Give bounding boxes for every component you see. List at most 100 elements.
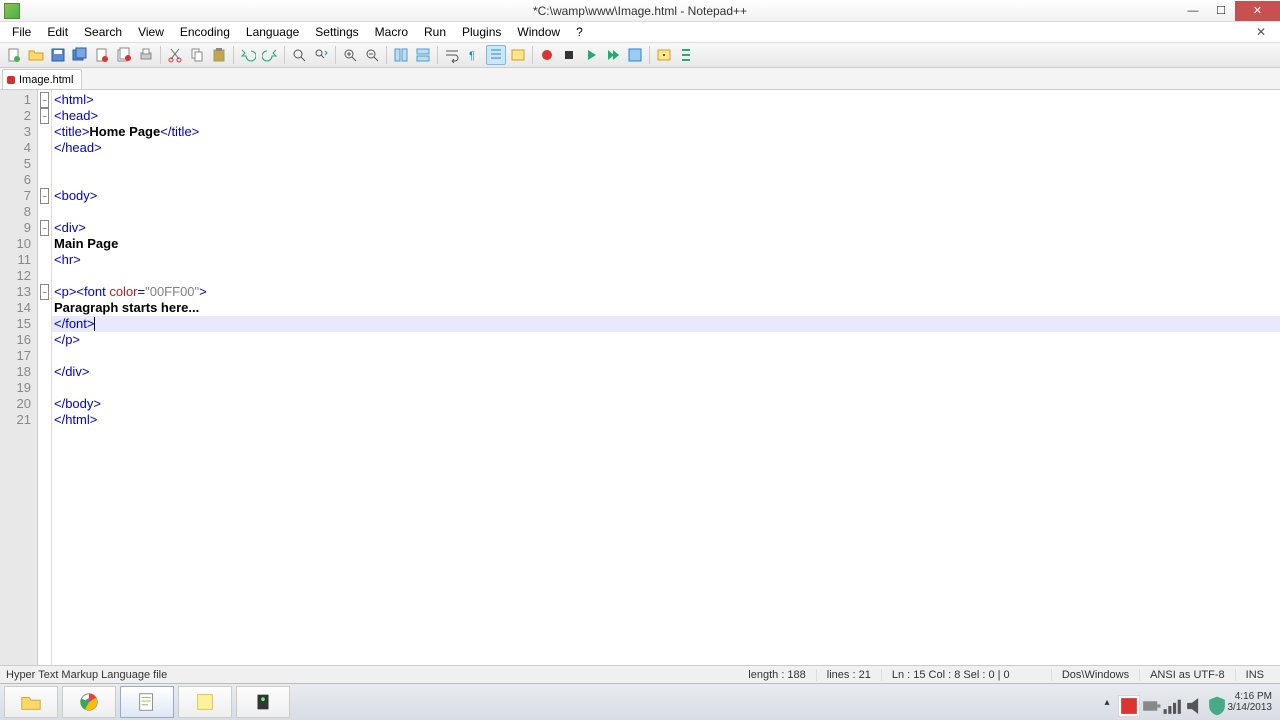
code-line[interactable]: <title>Home Page</title>	[52, 124, 1280, 140]
code-line[interactable]	[52, 380, 1280, 396]
taskbar-notes[interactable]	[178, 686, 232, 718]
close-button[interactable]: ✕	[1235, 1, 1280, 21]
code-line[interactable]	[52, 172, 1280, 188]
code-line[interactable]: </p>	[52, 332, 1280, 348]
fold-toggle[interactable]: −	[40, 92, 49, 108]
taskbar-notepadpp[interactable]	[120, 686, 174, 718]
paste-button[interactable]	[209, 45, 229, 65]
menu-plugins[interactable]: Plugins	[454, 23, 509, 41]
code-line[interactable]	[52, 268, 1280, 284]
print-button[interactable]	[136, 45, 156, 65]
find-button[interactable]	[289, 45, 309, 65]
tray-chevron-icon[interactable]: ▴	[1104, 697, 1109, 708]
code-line[interactable]: </head>	[52, 140, 1280, 156]
close-all-button[interactable]	[114, 45, 134, 65]
taskbar-explorer[interactable]	[4, 686, 58, 718]
system-tray: ▴ 4:16 PM 3/14/2013	[1104, 691, 1276, 713]
code-line[interactable]: </div>	[52, 364, 1280, 380]
code-line[interactable]: </body>	[52, 396, 1280, 412]
code-line[interactable]: Paragraph starts here...	[52, 300, 1280, 316]
zoom-in-button[interactable]	[340, 45, 360, 65]
fold-toggle[interactable]: −	[40, 220, 49, 236]
status-language: Hyper Text Markup Language file	[6, 669, 177, 681]
indent-guide-button[interactable]	[486, 45, 506, 65]
fold-toggle[interactable]: −	[40, 284, 49, 300]
open-file-button[interactable]	[26, 45, 46, 65]
stop-macro-button[interactable]	[559, 45, 579, 65]
tab-bar: Image.html	[0, 68, 1280, 90]
menu-edit[interactable]: Edit	[39, 23, 76, 41]
status-encoding: ANSI as UTF-8	[1140, 669, 1236, 681]
minimize-button[interactable]: —	[1179, 1, 1207, 21]
play-macro-button[interactable]	[581, 45, 601, 65]
close-document-button[interactable]: ✕	[1248, 23, 1274, 41]
sync-v-button[interactable]	[391, 45, 411, 65]
replace-button[interactable]	[311, 45, 331, 65]
close-file-button[interactable]	[92, 45, 112, 65]
status-eol: Dos\Windows	[1052, 669, 1140, 681]
redo-button[interactable]	[260, 45, 280, 65]
code-line[interactable]	[52, 348, 1280, 364]
tray-volume-icon[interactable]	[1184, 695, 1198, 709]
undo-button[interactable]	[238, 45, 258, 65]
taskbar-chrome[interactable]	[62, 686, 116, 718]
show-spaces-button[interactable]	[654, 45, 674, 65]
save-macro-button[interactable]	[625, 45, 645, 65]
tray-flag-icon[interactable]	[1118, 695, 1132, 709]
code-line[interactable]: </font>	[52, 316, 1280, 332]
tray-network-icon[interactable]	[1162, 695, 1176, 709]
menu-macro[interactable]: Macro	[367, 23, 416, 41]
code-line[interactable]: <body>	[52, 188, 1280, 204]
modified-indicator-icon	[7, 76, 15, 84]
menu-search[interactable]: Search	[76, 23, 130, 41]
taskbar-clock[interactable]: 4:16 PM 3/14/2013	[1228, 691, 1277, 713]
menu-view[interactable]: View	[130, 23, 172, 41]
app-icon	[4, 3, 20, 19]
record-macro-button[interactable]	[537, 45, 557, 65]
editor[interactable]: 123456789101112131415161718192021 −−−−− …	[0, 90, 1280, 665]
taskbar-wamp[interactable]	[236, 686, 290, 718]
new-file-button[interactable]	[4, 45, 24, 65]
menu-help[interactable]: ?	[568, 23, 591, 41]
code-line[interactable]: <hr>	[52, 252, 1280, 268]
file-tab[interactable]: Image.html	[2, 69, 82, 89]
code-line[interactable]	[52, 204, 1280, 220]
save-all-button[interactable]	[70, 45, 90, 65]
menu-encoding[interactable]: Encoding	[172, 23, 238, 41]
code-line[interactable]: Main Page	[52, 236, 1280, 252]
cut-button[interactable]	[165, 45, 185, 65]
status-length: length : 188	[738, 669, 817, 681]
code-line[interactable]: <p><font color="00FF00">	[52, 284, 1280, 300]
show-all-chars-button[interactable]: ¶	[464, 45, 484, 65]
code-line[interactable]: <div>	[52, 220, 1280, 236]
zoom-out-button[interactable]	[362, 45, 382, 65]
copy-button[interactable]	[187, 45, 207, 65]
play-multi-button[interactable]	[603, 45, 623, 65]
menu-file[interactable]: File	[4, 23, 39, 41]
svg-text:¶: ¶	[469, 50, 475, 62]
tray-shield-icon[interactable]	[1206, 695, 1220, 709]
code-line[interactable]: </html>	[52, 412, 1280, 428]
status-bar: Hyper Text Markup Language file length :…	[0, 665, 1280, 683]
code-line[interactable]: <html>	[52, 92, 1280, 108]
fold-toggle[interactable]: −	[40, 108, 49, 124]
menu-language[interactable]: Language	[238, 23, 307, 41]
taskbar: ▴ 4:16 PM 3/14/2013	[0, 683, 1280, 720]
code-line[interactable]	[52, 156, 1280, 172]
menu-settings[interactable]: Settings	[307, 23, 366, 41]
save-button[interactable]	[48, 45, 68, 65]
function-list-button[interactable]	[676, 45, 696, 65]
maximize-button[interactable]: ☐	[1207, 1, 1235, 21]
menu-run[interactable]: Run	[416, 23, 454, 41]
clock-date: 3/14/2013	[1228, 702, 1273, 713]
window-title: *C:\wamp\www\Image.html - Notepad++	[533, 4, 747, 18]
user-lang-button[interactable]	[508, 45, 528, 65]
sync-h-button[interactable]	[413, 45, 433, 65]
fold-column: −−−−−	[38, 90, 52, 665]
fold-toggle[interactable]: −	[40, 188, 49, 204]
wordwrap-button[interactable]	[442, 45, 462, 65]
code-line[interactable]: <head>	[52, 108, 1280, 124]
tray-power-icon[interactable]	[1140, 695, 1154, 709]
code-area[interactable]: <html><head><title>Home Page</title></he…	[52, 90, 1280, 665]
menu-window[interactable]: Window	[509, 23, 568, 41]
